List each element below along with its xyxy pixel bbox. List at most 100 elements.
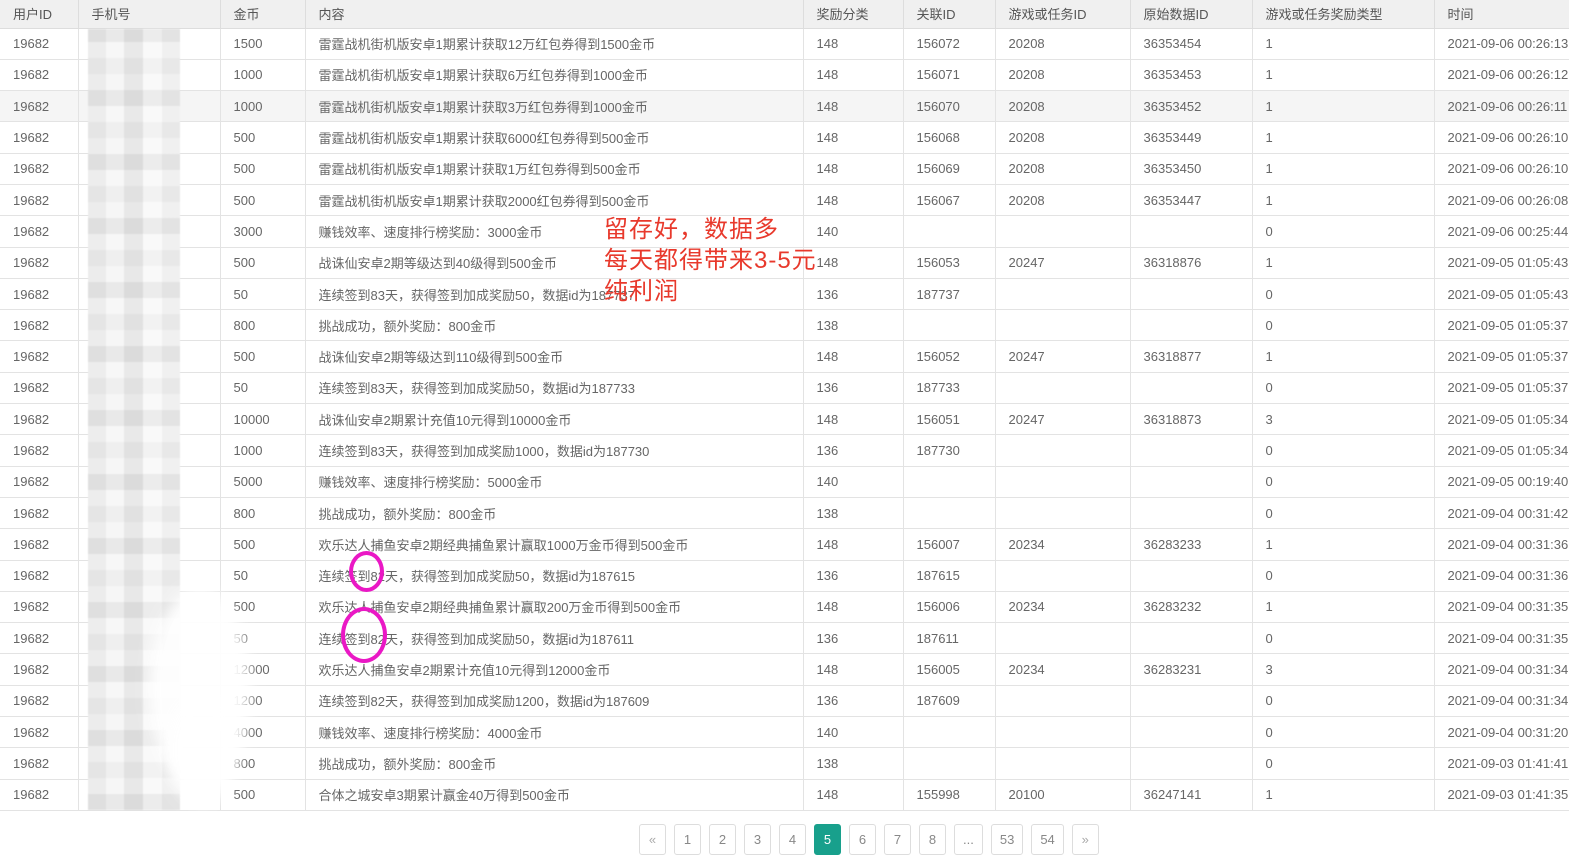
- cell-content: 雷霆战机街机版安卓1期累计获取1万红包券得到500金币: [305, 153, 803, 184]
- cell-content: 战诛仙安卓2期等级达到110级得到500金币: [305, 341, 803, 372]
- table-row: 19682500合体之城安卓3期累计赢金40万得到500金币1481559982…: [0, 779, 1569, 810]
- cell-content: 战诛仙安卓2期等级达到40级得到500金币: [305, 247, 803, 278]
- cell-origin_id: 36283233: [1130, 529, 1252, 560]
- cell-phone: [78, 591, 220, 622]
- cell-category: 148: [803, 341, 903, 372]
- cell-user_id: 19682: [0, 153, 78, 184]
- cell-content: 连续签到83天，获得签到加成奖励1000，数据id为187730: [305, 435, 803, 466]
- cell-phone: [78, 717, 220, 748]
- cell-user_id: 19682: [0, 560, 78, 591]
- page-button-3[interactable]: 3: [744, 824, 771, 855]
- cell-content: 欢乐达人捕鱼安卓2期累计充值10元得到12000金币: [305, 654, 803, 685]
- cell-coins: 12000: [220, 654, 305, 685]
- cell-related_id: [903, 748, 995, 779]
- cell-related_id: 156069: [903, 153, 995, 184]
- cell-task_id: [995, 372, 1130, 403]
- cell-phone: [78, 91, 220, 122]
- cell-coins: 800: [220, 748, 305, 779]
- cell-content: 赚钱效率、速度排行榜奖励：3000金币: [305, 216, 803, 247]
- cell-user_id: 19682: [0, 654, 78, 685]
- table-row: 19682800挑战成功，额外奖励：800金币13802021-09-04 00…: [0, 497, 1569, 528]
- cell-phone: [78, 748, 220, 779]
- cell-phone: [78, 654, 220, 685]
- cell-category: 148: [803, 247, 903, 278]
- cell-coins: 5000: [220, 466, 305, 497]
- cell-task_id: [995, 466, 1130, 497]
- cell-coins: 500: [220, 779, 305, 810]
- cell-phone: [78, 560, 220, 591]
- cell-related_id: 156072: [903, 28, 995, 59]
- cell-time: 2021-09-03 01:41:35: [1434, 779, 1569, 810]
- column-header-user_id: 用户ID: [0, 0, 78, 28]
- cell-category: 148: [803, 779, 903, 810]
- page-button-53[interactable]: 53: [991, 824, 1023, 855]
- cell-related_id: 187737: [903, 278, 995, 309]
- cell-time: 2021-09-04 00:31:20: [1434, 717, 1569, 748]
- cell-related_id: 187733: [903, 372, 995, 403]
- cell-category: 140: [803, 216, 903, 247]
- cell-reward_type: 0: [1252, 497, 1434, 528]
- page-button-1[interactable]: 1: [674, 824, 701, 855]
- cell-category: 148: [803, 404, 903, 435]
- cell-category: 148: [803, 591, 903, 622]
- cell-time: 2021-09-05 01:05:43: [1434, 278, 1569, 309]
- cell-coins: 1500: [220, 28, 305, 59]
- table-header-row: 用户ID手机号金币内容奖励分类关联ID游戏或任务ID原始数据ID游戏或任务奖励类…: [0, 0, 1569, 28]
- cell-coins: 50: [220, 372, 305, 403]
- page-button-5[interactable]: 5: [814, 824, 841, 855]
- cell-time: 2021-09-06 00:26:12: [1434, 59, 1569, 90]
- cell-time: 2021-09-06 00:26:13: [1434, 28, 1569, 59]
- cell-phone: [78, 404, 220, 435]
- cell-time: 2021-09-04 00:31:34: [1434, 685, 1569, 716]
- cell-reward_type: 1: [1252, 529, 1434, 560]
- cell-reward_type: 1: [1252, 122, 1434, 153]
- cell-task_id: [995, 748, 1130, 779]
- page-button-7[interactable]: 7: [884, 824, 911, 855]
- cell-phone: [78, 466, 220, 497]
- cell-user_id: 19682: [0, 247, 78, 278]
- cell-time: 2021-09-03 01:41:41: [1434, 748, 1569, 779]
- prev-page-button[interactable]: «: [639, 824, 666, 855]
- cell-category: 148: [803, 153, 903, 184]
- cell-content: 欢乐达人捕鱼安卓2期经典捕鱼累计赢取1000万金币得到500金币: [305, 529, 803, 560]
- cell-task_id: 20208: [995, 184, 1130, 215]
- cell-content: 连续签到83天，获得签到加成奖励50，数据id为187733: [305, 372, 803, 403]
- cell-reward_type: 0: [1252, 435, 1434, 466]
- table-row: 1968250连续签到82天，获得签到加成奖励50，数据id为187611136…: [0, 623, 1569, 654]
- page-button-54[interactable]: 54: [1031, 824, 1063, 855]
- table-row: 19682500战诛仙安卓2期等级达到110级得到500金币1481560522…: [0, 341, 1569, 372]
- cell-category: 148: [803, 654, 903, 685]
- next-page-button[interactable]: »: [1072, 824, 1099, 855]
- cell-task_id: 20234: [995, 529, 1130, 560]
- table-row: 19682500雷霆战机街机版安卓1期累计获取2000红包券得到500金币148…: [0, 184, 1569, 215]
- cell-phone: [78, 623, 220, 654]
- cell-phone: [78, 529, 220, 560]
- cell-coins: 800: [220, 497, 305, 528]
- cell-reward_type: 1: [1252, 779, 1434, 810]
- table-row: 196825000赚钱效率、速度排行榜奖励：5000金币14002021-09-…: [0, 466, 1569, 497]
- cell-origin_id: [1130, 278, 1252, 309]
- cell-related_id: 156051: [903, 404, 995, 435]
- cell-origin_id: [1130, 216, 1252, 247]
- column-header-phone: 手机号: [78, 0, 220, 28]
- cell-reward_type: 3: [1252, 404, 1434, 435]
- page-button-2[interactable]: 2: [709, 824, 736, 855]
- cell-origin_id: [1130, 372, 1252, 403]
- cell-category: 148: [803, 122, 903, 153]
- cell-related_id: 187615: [903, 560, 995, 591]
- cell-user_id: 19682: [0, 591, 78, 622]
- pagination: «12345678...5354»: [639, 824, 1569, 855]
- cell-user_id: 19682: [0, 779, 78, 810]
- page-button-8[interactable]: 8: [919, 824, 946, 855]
- page-button-4[interactable]: 4: [779, 824, 806, 855]
- cell-category: 140: [803, 466, 903, 497]
- table-row: 19682800挑战成功，额外奖励：800金币13802021-09-03 01…: [0, 748, 1569, 779]
- cell-origin_id: 36318873: [1130, 404, 1252, 435]
- cell-related_id: 156006: [903, 591, 995, 622]
- cell-reward_type: 0: [1252, 560, 1434, 591]
- cell-category: 138: [803, 497, 903, 528]
- cell-user_id: 19682: [0, 28, 78, 59]
- page-button-6[interactable]: 6: [849, 824, 876, 855]
- cell-coins: 50: [220, 560, 305, 591]
- cell-user_id: 19682: [0, 91, 78, 122]
